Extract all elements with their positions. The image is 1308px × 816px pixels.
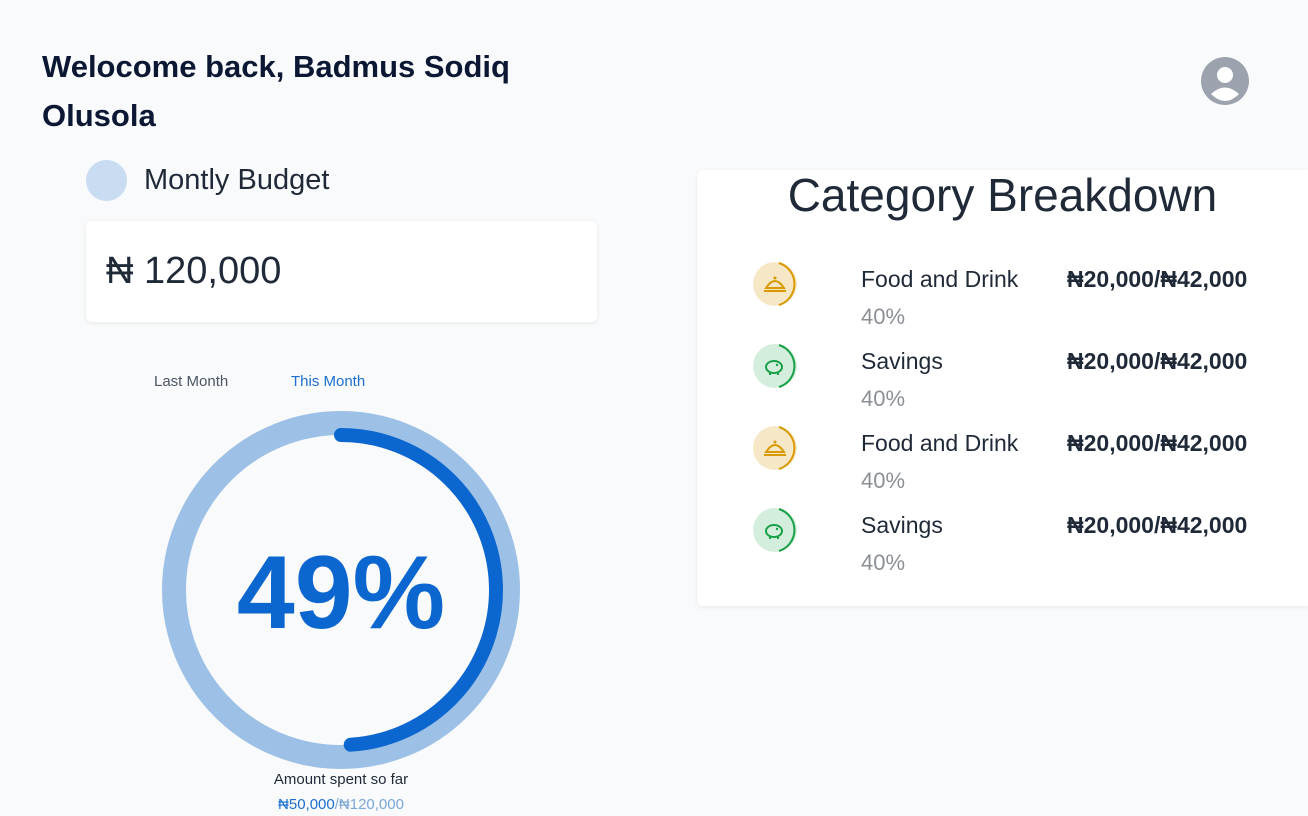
category-percent: 40% <box>861 304 906 329</box>
category-name: Savings <box>861 348 943 374</box>
category-amount: ₦20,000/₦42,000 <box>1067 266 1248 292</box>
amount-spent-total: /₦120,000 <box>334 796 404 813</box>
tab-this-month[interactable]: This Month <box>291 373 365 390</box>
category-amount: ₦20,000/₦42,000 <box>1067 430 1248 456</box>
tab-last-month[interactable]: Last Month <box>154 373 228 390</box>
category-breakdown-title: Category Breakdown <box>787 169 1218 221</box>
category-row[interactable]: Food and Drink ₦20,000/₦42,000 40% <box>697 422 1308 502</box>
category-percent: 40% <box>861 550 906 575</box>
budget-amount-card: ₦ 120,000 <box>86 221 597 322</box>
budget-indicator-dot <box>86 159 127 201</box>
budget-progress-ring: 49% <box>162 411 520 769</box>
category-name: Savings <box>861 512 943 538</box>
piggy-bank-icon <box>753 344 797 388</box>
category-name: Food and Drink <box>861 430 1019 456</box>
category-amount: ₦20,000/₦42,000 <box>1067 512 1248 538</box>
category-percent: 40% <box>861 468 906 493</box>
progress-percent: 49% <box>237 535 445 651</box>
category-row[interactable]: Savings ₦20,000/₦42,000 40% <box>697 340 1308 420</box>
category-amount: ₦20,000/₦42,000 <box>1067 348 1248 374</box>
food-cloche-icon <box>753 426 797 470</box>
monthly-budget-label: Montly Budget <box>144 163 330 196</box>
welcome-heading: Welocome back, Badmus Sodiq Olusola <box>42 49 510 133</box>
category-row[interactable]: Savings ₦20,000/₦42,000 40% <box>697 504 1308 584</box>
budget-amount: ₦ 120,000 <box>106 250 282 292</box>
monthly-budget-header: Montly Budget <box>86 159 329 201</box>
dashboard-page: Welocome back, Badmus Sodiq Olusola Mont… <box>0 0 1308 816</box>
category-percent: 40% <box>861 386 906 411</box>
category-row[interactable]: Food and Drink ₦20,000/₦42,000 40% <box>697 258 1308 338</box>
amount-spent-current: ₦50,000 <box>278 796 335 813</box>
piggy-bank-icon <box>753 508 797 552</box>
user-avatar-icon[interactable] <box>1200 56 1250 106</box>
category-name: Food and Drink <box>861 266 1019 292</box>
amount-spent-caption: Amount spent so far <box>273 771 409 788</box>
category-breakdown-card: Category Breakdown Food and Drink ₦20,00… <box>697 170 1308 606</box>
food-cloche-icon <box>753 262 797 306</box>
amount-spent-values: ₦50,000/₦120,000 <box>162 796 520 813</box>
